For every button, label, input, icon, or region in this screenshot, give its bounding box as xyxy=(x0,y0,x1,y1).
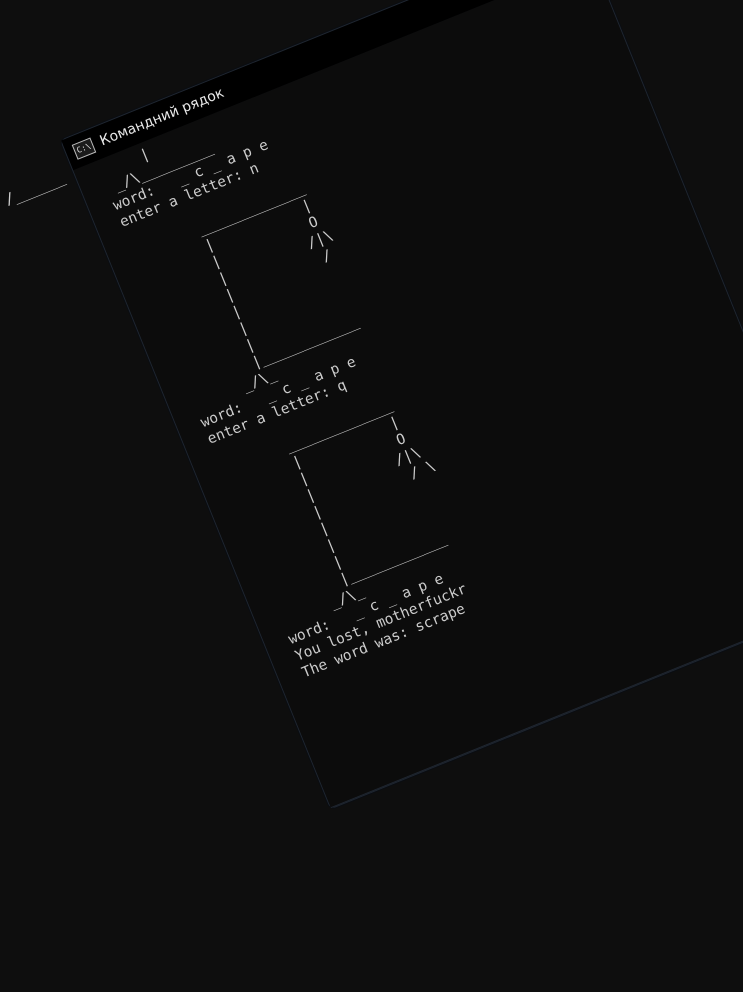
desktop-background: /______ C:\ Командний рядок | _/\_______… xyxy=(0,0,743,992)
stray-console-text: /______ xyxy=(2,168,68,209)
command-prompt-window[interactable]: C:\ Командний рядок | _/\_________ word:… xyxy=(60,0,743,810)
command-prompt-icon: C:\ xyxy=(71,137,97,160)
